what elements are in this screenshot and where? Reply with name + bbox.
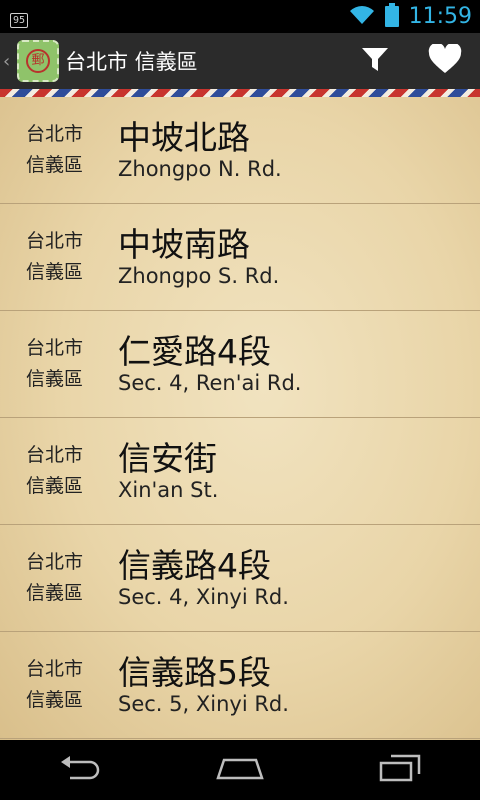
list-item[interactable]: 台北市 信義區 仁愛路4段 Sec. 4, Ren'ai Rd.: [0, 311, 480, 418]
recents-icon: [379, 754, 421, 786]
page-title: 台北市 信義區: [65, 50, 198, 74]
district-label: 台北市 信義區: [26, 333, 96, 395]
system-indicators: 11:59: [349, 0, 472, 33]
filter-button[interactable]: [340, 33, 410, 89]
road-name-chinese: 信義路4段: [118, 546, 271, 585]
notification-badge: 95: [10, 13, 29, 28]
clock: 11:59: [408, 4, 472, 29]
notification-area: 95: [10, 8, 29, 28]
road-name-english: Sec. 4, Ren'ai Rd.: [118, 371, 302, 395]
district-name: 信義區: [26, 154, 84, 176]
list-item[interactable]: 台北市 信義區 信義路4段 Sec. 4, Xinyi Rd.: [0, 525, 480, 632]
home-button[interactable]: [200, 740, 280, 800]
road-list: 台北市 信義區 中坡北路 Zhongpo N. Rd. 台北市 信義區 中坡南路…: [0, 97, 480, 740]
back-button[interactable]: [40, 740, 120, 800]
back-icon: [58, 756, 102, 784]
list-item[interactable]: 台北市 信義區 信安街 Xin'an St.: [0, 418, 480, 525]
city-name: 台北市: [26, 551, 84, 573]
district-label: 台北市 信義區: [26, 654, 96, 716]
road-name-english: Sec. 5, Xinyi Rd.: [118, 692, 289, 716]
filter-icon: [361, 45, 389, 77]
district-label: 台北市 信義區: [26, 547, 96, 609]
app-icon-glyph: 郵: [26, 49, 50, 73]
district-name: 信義區: [26, 582, 84, 604]
action-bar: ‹ 郵 台北市 信義區: [0, 33, 480, 89]
road-name-chinese: 信義路5段: [118, 653, 271, 692]
district-name: 信義區: [26, 689, 84, 711]
favorite-button[interactable]: [410, 33, 480, 89]
road-name-chinese: 仁愛路4段: [118, 332, 271, 371]
road-name-english: Xin'an St.: [118, 478, 219, 502]
city-name: 台北市: [26, 337, 84, 359]
district-label: 台北市 信義區: [26, 440, 96, 502]
recents-button[interactable]: [360, 740, 440, 800]
district-name: 信義區: [26, 261, 84, 283]
status-bar: 95 11:59: [0, 0, 480, 33]
road-name-chinese: 中坡北路: [118, 118, 250, 157]
wifi-icon: [349, 5, 375, 29]
city-name: 台北市: [26, 230, 84, 252]
district-name: 信義區: [26, 368, 84, 390]
road-name-chinese: 信安街: [118, 439, 217, 478]
list-item[interactable]: 台北市 信義區 中坡南路 Zhongpo S. Rd.: [0, 204, 480, 311]
road-name-english: Sec. 4, Xinyi Rd.: [118, 585, 289, 609]
road-name-chinese: 中坡南路: [118, 225, 250, 264]
airmail-stripe: [0, 89, 480, 97]
city-name: 台北市: [26, 444, 84, 466]
road-name-english: Zhongpo N. Rd.: [118, 157, 282, 181]
app-icon[interactable]: 郵: [17, 40, 59, 82]
road-name-english: Zhongpo S. Rd.: [118, 264, 280, 288]
district-label: 台北市 信義區: [26, 226, 96, 288]
list-item[interactable]: 台北市 信義區 信義路5段 Sec. 5, Xinyi Rd.: [0, 632, 480, 739]
battery-icon: [384, 2, 399, 31]
navigation-bar: [0, 740, 480, 800]
home-icon: [215, 756, 265, 784]
city-name: 台北市: [26, 658, 84, 680]
heart-icon: [428, 42, 462, 78]
district-name: 信義區: [26, 475, 84, 497]
district-label: 台北市 信義區: [26, 119, 96, 181]
action-buttons: [340, 33, 480, 89]
list-item[interactable]: 台北市 信義區 中坡北路 Zhongpo N. Rd.: [0, 97, 480, 204]
up-caret-icon[interactable]: ‹: [3, 51, 15, 72]
city-name: 台北市: [26, 123, 84, 145]
